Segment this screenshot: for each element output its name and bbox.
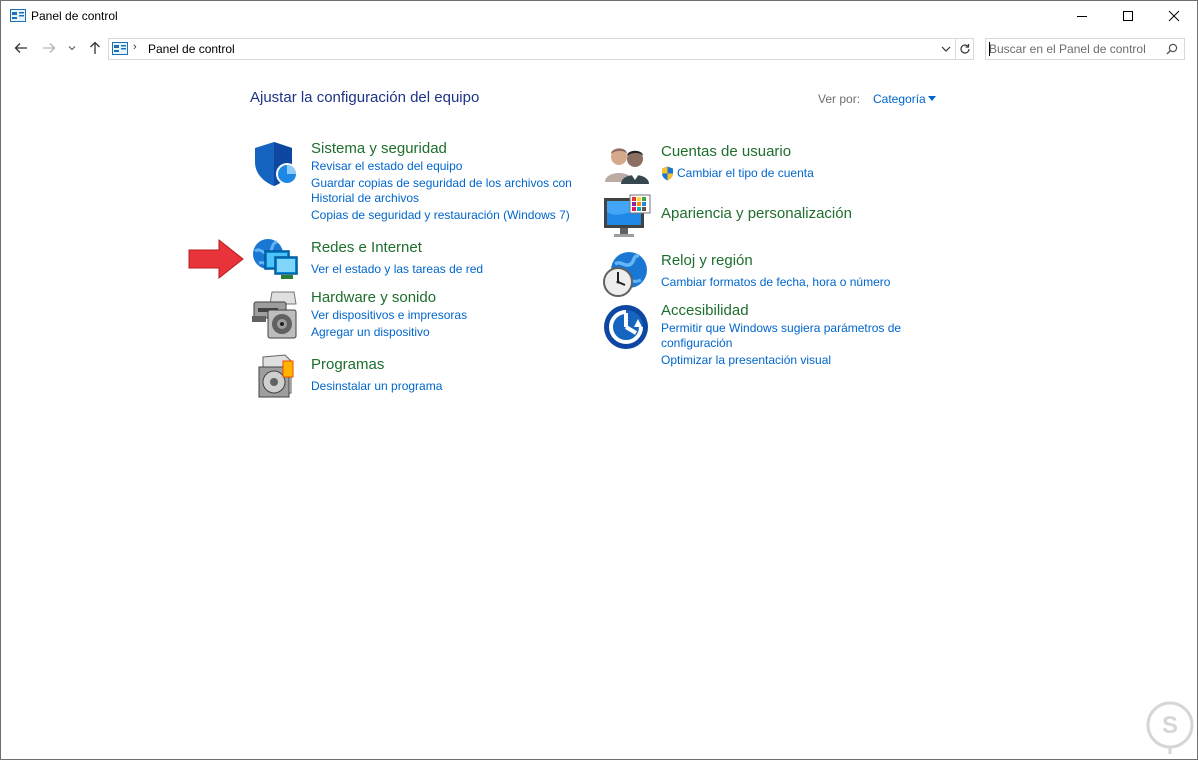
refresh-icon (959, 44, 970, 54)
chevron-down-icon (68, 46, 76, 51)
window-title: Panel de control (31, 9, 118, 23)
title-bar: Panel de control (1, 1, 1197, 32)
watermark-logo: S (1146, 701, 1194, 754)
link-backup-restore[interactable]: Copias de seguridad y restauración (Wind… (311, 208, 570, 223)
minimize-icon (1077, 16, 1087, 17)
link-add-device[interactable]: Agregar un dispositivo (311, 325, 430, 340)
red-arrow-icon (188, 238, 244, 280)
back-button[interactable] (11, 38, 31, 58)
link-uninstall-program[interactable]: Desinstalar un programa (311, 379, 442, 394)
forward-button[interactable] (39, 38, 59, 58)
link-optimize-visual[interactable]: Optimizar la presentación visual (661, 353, 831, 368)
link-windows-suggest-settings[interactable]: Permitir que Windows sugiera parámetros … (661, 321, 901, 336)
security-shield-icon[interactable] (252, 140, 300, 188)
category-title-user-accounts[interactable]: Cuentas de usuario (661, 143, 791, 160)
search-box[interactable] (985, 38, 1185, 60)
page-heading: Ajustar la configuración del equipo (250, 89, 480, 106)
breadcrumb-control-panel[interactable]: Panel de control (148, 42, 235, 56)
svg-text:S: S (1162, 712, 1178, 739)
category-title-security[interactable]: Sistema y seguridad (311, 140, 447, 157)
category-title-network[interactable]: Redes e Internet (311, 239, 422, 256)
recent-locations-button[interactable] (65, 38, 79, 58)
view-by-label: Ver por: (818, 92, 861, 106)
view-by-dropdown[interactable]: Categoría (873, 92, 926, 106)
clock-globe-icon[interactable] (601, 250, 651, 298)
maximize-button[interactable] (1105, 1, 1151, 31)
uac-shield-icon (662, 166, 673, 181)
programs-disc-icon[interactable] (255, 353, 299, 399)
refresh-button[interactable] (956, 38, 974, 60)
maximize-icon (1123, 11, 1133, 21)
link-save-backup[interactable]: Guardar copias de seguridad de los archi… (311, 176, 572, 191)
close-icon (1168, 10, 1180, 22)
link-devices-printers[interactable]: Ver dispositivos e impresoras (311, 308, 467, 323)
forward-arrow-icon (43, 43, 56, 53)
link-change-formats[interactable]: Cambiar formatos de fecha, hora o número (661, 275, 890, 290)
search-input[interactable] (989, 41, 1159, 57)
link-windows-suggest-settings-cont[interactable]: configuración (661, 336, 732, 351)
search-icon[interactable] (1166, 43, 1178, 55)
view-by-caret-icon[interactable] (928, 96, 936, 101)
accessibility-icon[interactable] (602, 303, 650, 351)
printer-speaker-icon[interactable] (250, 288, 300, 340)
close-button[interactable] (1151, 1, 1197, 31)
address-bar[interactable]: › Panel de control (108, 38, 956, 60)
navigation-bar: › Panel de control (1, 32, 1197, 66)
back-arrow-icon (14, 43, 27, 53)
users-icon[interactable] (603, 144, 651, 184)
breadcrumb-separator[interactable]: › (133, 41, 137, 53)
monitor-palette-icon[interactable] (602, 194, 652, 242)
category-title-programs[interactable]: Programas (311, 356, 384, 373)
address-dropdown-icon[interactable] (939, 42, 953, 56)
control-panel-window: Panel de control › Panel de control Busc… (0, 0, 1198, 760)
category-title-clock-region[interactable]: Reloj y región (661, 252, 753, 269)
control-panel-app-icon (10, 9, 26, 22)
up-arrow-icon (90, 41, 100, 54)
link-review-status[interactable]: Revisar el estado del equipo (311, 159, 462, 174)
category-title-appearance[interactable]: Apariencia y personalización (661, 205, 852, 222)
network-globe-icon[interactable] (251, 237, 299, 281)
control-panel-icon (112, 42, 128, 55)
category-title-hardware[interactable]: Hardware y sonido (311, 289, 436, 306)
category-title-accessibility[interactable]: Accesibilidad (661, 302, 749, 319)
link-network-status[interactable]: Ver el estado y las tareas de red (311, 262, 483, 277)
link-change-account-type[interactable]: Cambiar el tipo de cuenta (677, 166, 814, 181)
link-file-history[interactable]: Historial de archivos (311, 191, 419, 206)
minimize-button[interactable] (1059, 1, 1105, 31)
up-button[interactable] (85, 38, 105, 58)
